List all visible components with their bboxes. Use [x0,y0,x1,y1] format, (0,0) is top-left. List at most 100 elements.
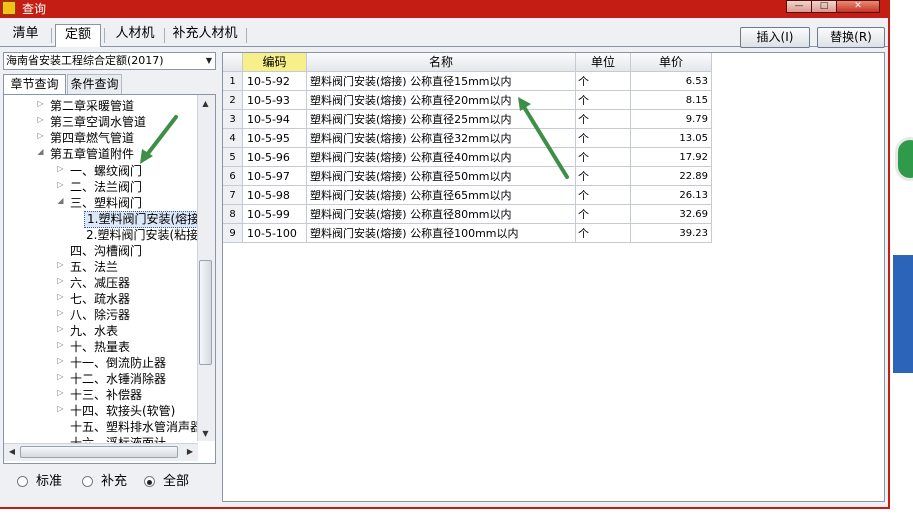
column-header-price[interactable]: 单价 [631,53,712,72]
cell-name[interactable]: 塑料阀门安装(熔接) 公称直径100mm以内 [307,224,576,243]
row-number[interactable]: 3 [223,110,243,129]
radio-supplement[interactable] [82,476,93,487]
cell-name[interactable]: 塑料阀门安装(熔接) 公称直径32mm以内 [307,129,576,148]
cell-code[interactable]: 10-5-92 [243,72,307,91]
cell-price[interactable]: 26.13 [631,186,712,205]
cell-price[interactable]: 17.92 [631,148,712,167]
cell-code[interactable]: 10-5-100 [243,224,307,243]
table-row[interactable]: 1 10-5-92 塑料阀门安装(熔接) 公称直径15mm以内个 6.53 [223,72,712,91]
expand-arrow-icon[interactable]: ▷ [56,372,65,381]
cell-unit[interactable]: 个 [576,186,631,205]
table-row[interactable]: 2 10-5-93 塑料阀门安装(熔接) 公称直径20mm以内个 8.15 [223,91,712,110]
tree-node[interactable]: 十五、塑料排水管消声器 [70,419,202,435]
minimize-button[interactable]: — [786,0,812,13]
cell-unit[interactable]: 个 [576,205,631,224]
tab-quota[interactable]: 定额 [55,24,101,47]
cell-code[interactable]: 10-5-94 [243,110,307,129]
radio-supplement-label[interactable]: 补充 [101,474,127,490]
tree-node[interactable]: 一、螺纹阀门 [70,163,142,179]
table-row[interactable]: 5 10-5-96 塑料阀门安装(熔接) 公称直径40mm以内个 17.92 [223,148,712,167]
cell-name[interactable]: 塑料阀门安装(熔接) 公称直径50mm以内 [307,167,576,186]
cell-unit[interactable]: 个 [576,148,631,167]
cell-unit[interactable]: 个 [576,91,631,110]
collapse-arrow-icon[interactable]: ◢ [36,147,45,156]
tab-supplementary-material[interactable]: 补充人材机 [166,24,244,46]
cell-code[interactable]: 10-5-95 [243,129,307,148]
table-row[interactable]: 3 10-5-94 塑料阀门安装(熔接) 公称直径25mm以内个 9.79 [223,110,712,129]
scroll-right-arrow-icon[interactable]: ▶ [183,444,197,459]
expand-arrow-icon[interactable]: ▷ [56,292,65,301]
chevron-down-icon[interactable]: ▼ [203,53,215,69]
expand-arrow-icon[interactable]: ▷ [56,308,65,317]
cell-unit[interactable]: 个 [576,72,631,91]
tab-list[interactable]: 清单 [2,24,49,46]
tree-node[interactable]: 第五章管道附件 [50,146,134,162]
cell-code[interactable]: 10-5-96 [243,148,307,167]
row-number[interactable]: 2 [223,91,243,110]
scroll-left-arrow-icon[interactable]: ◀ [5,444,19,459]
tab-condition-query[interactable]: 条件查询 [67,74,122,94]
cell-price[interactable]: 39.23 [631,224,712,243]
cell-unit[interactable]: 个 [576,224,631,243]
cell-name[interactable]: 塑料阀门安装(熔接) 公称直径40mm以内 [307,148,576,167]
cell-unit[interactable]: 个 [576,129,631,148]
expand-arrow-icon[interactable]: ▷ [56,404,65,413]
expand-arrow-icon[interactable]: ▷ [56,164,65,173]
tree-node[interactable]: 八、除污器 [70,307,130,323]
expand-arrow-icon[interactable]: ▷ [36,131,45,140]
cell-price[interactable]: 8.15 [631,91,712,110]
collapse-arrow-icon[interactable]: ◢ [56,196,65,205]
row-number[interactable]: 1 [223,72,243,91]
radio-standard-label[interactable]: 标准 [36,474,62,490]
cell-code[interactable]: 10-5-97 [243,167,307,186]
tree-node[interactable]: 第二章采暖管道 [50,98,134,114]
vertical-scroll-thumb[interactable] [199,260,212,365]
tree-node[interactable]: 四、沟槽阀门 [70,243,142,259]
tree-node[interactable]: 十二、水锤消除器 [70,371,166,387]
cell-name[interactable]: 塑料阀门安装(熔接) 公称直径20mm以内 [307,91,576,110]
cell-name[interactable]: 塑料阀门安装(熔接) 公称直径65mm以内 [307,186,576,205]
table-row[interactable]: 8 10-5-99 塑料阀门安装(熔接) 公称直径80mm以内个 32.69 [223,205,712,224]
tree-node[interactable]: 十、热量表 [70,339,130,355]
replace-button[interactable]: 替换(R) [817,27,885,48]
table-row[interactable]: 7 10-5-98 塑料阀门安装(熔接) 公称直径65mm以内个 26.13 [223,186,712,205]
expand-arrow-icon[interactable]: ▷ [56,260,65,269]
cell-name[interactable]: 塑料阀门安装(熔接) 公称直径15mm以内 [307,72,576,91]
table-row[interactable]: 6 10-5-97 塑料阀门安装(熔接) 公称直径50mm以内个 22.89 [223,167,712,186]
radio-all-label[interactable]: 全部 [163,474,189,490]
horizontal-scroll-thumb[interactable] [20,446,178,458]
tree-node[interactable]: 十一、倒流防止器 [70,355,166,371]
cell-price[interactable]: 22.89 [631,167,712,186]
tree-node[interactable]: 三、塑料阀门 [70,195,142,211]
tree-node[interactable]: 第三章空调水管道 [50,114,146,130]
tree-node[interactable]: 2.塑料阀门安装(粘接 [86,227,198,243]
column-header-unit[interactable]: 单位 [576,53,631,72]
expand-arrow-icon[interactable]: ▷ [56,180,65,189]
scroll-up-arrow-icon[interactable]: ▲ [198,96,213,111]
insert-button[interactable]: 插入(I) [740,27,810,48]
row-number[interactable]: 8 [223,205,243,224]
scroll-down-arrow-icon[interactable]: ▼ [198,426,213,441]
expand-arrow-icon[interactable]: ▷ [56,276,65,285]
tree-node[interactable]: 七、疏水器 [70,291,130,307]
expand-arrow-icon[interactable]: ▷ [56,356,65,365]
expand-arrow-icon[interactable]: ▷ [56,340,65,349]
column-header-code[interactable]: 编码 [243,53,307,72]
column-header-name[interactable]: 名称 [307,53,576,72]
expand-arrow-icon[interactable]: ▷ [36,99,45,108]
row-number[interactable]: 4 [223,129,243,148]
tree-node[interactable]: 二、法兰阀门 [70,179,142,195]
row-number[interactable]: 9 [223,224,243,243]
cell-name[interactable]: 塑料阀门安装(熔接) 公称直径80mm以内 [307,205,576,224]
cell-unit[interactable]: 个 [576,167,631,186]
expand-arrow-icon[interactable]: ▷ [36,115,45,124]
tree-node[interactable]: 五、法兰 [70,259,118,275]
maximize-button[interactable]: □ [811,0,837,13]
tree-node[interactable]: 九、水表 [70,323,118,339]
expand-arrow-icon[interactable]: ▷ [56,388,65,397]
cell-code[interactable]: 10-5-98 [243,186,307,205]
table-row[interactable]: 9 10-5-100 塑料阀门安装(熔接) 公称直径100mm以内个 39.23 [223,224,712,243]
cell-unit[interactable]: 个 [576,110,631,129]
tab-labor-material-machine[interactable]: 人材机 [108,24,162,46]
tab-chapter-query[interactable]: 章节查询 [3,74,66,95]
